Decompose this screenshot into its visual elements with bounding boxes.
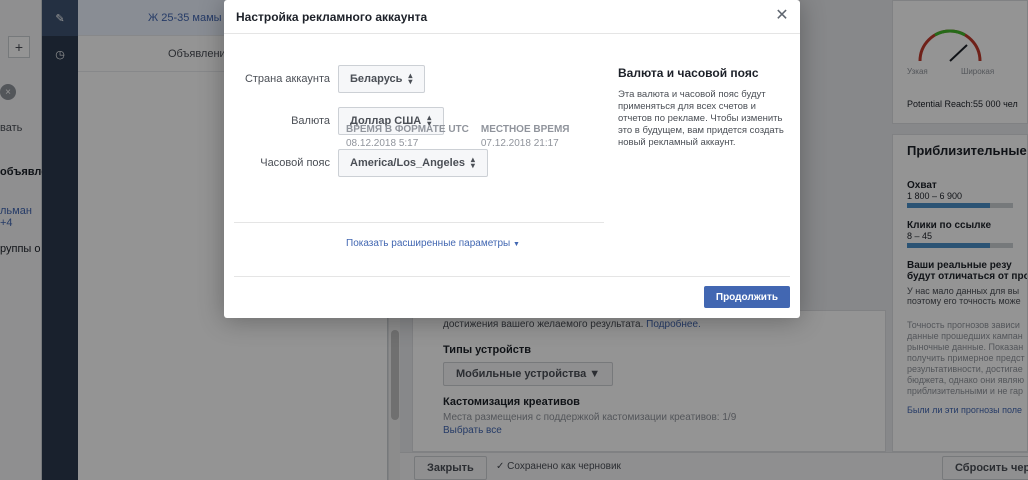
advanced-link-label: Показать расширенные параметры (346, 238, 511, 249)
chevron-down-icon: ▼ (513, 241, 520, 248)
utc-header: ВРЕМЯ В ФОРМАТЕ UTC (346, 124, 469, 135)
currency-label: Валюта (291, 115, 330, 127)
timezone-value: America/Los_Angeles (350, 157, 465, 169)
dialog-title: Настройка рекламного аккаунта (236, 9, 428, 24)
country-row: Страна аккаунта Беларусь ▴ ▾ (234, 58, 604, 100)
form-divider (234, 222, 604, 223)
advanced-settings-link[interactable]: Показать расширенные параметры ▼ (346, 238, 520, 249)
info-panel: Валюта и часовой пояс Эта валюта и часов… (618, 66, 788, 149)
utc-value: 08.12.2018 5:17 (346, 138, 419, 149)
country-select[interactable]: Беларусь ▴ ▾ (338, 65, 426, 93)
sort-caret-icon: ▴ ▾ (408, 71, 413, 86)
time-preview: ВРЕМЯ В ФОРМАТЕ UTC 08.12.2018 5:17 МЕСТ… (346, 124, 569, 149)
continue-button[interactable]: Продолжить (703, 286, 790, 308)
local-value: 07.12.2018 21:17 (480, 138, 559, 149)
footer-divider (234, 276, 790, 277)
account-form: Страна аккаунта Беларусь ▴ ▾ Валюта Долла… (234, 58, 604, 184)
local-header: МЕСТНОЕ ВРЕМЯ (480, 124, 570, 135)
local-time: МЕСТНОЕ ВРЕМЯ 07.12.2018 21:17 (481, 124, 570, 149)
utc-time: ВРЕМЯ В ФОРМАТЕ UTC 08.12.2018 5:17 (346, 124, 469, 149)
timezone-label: Часовой пояс (260, 157, 330, 169)
country-label: Страна аккаунта (244, 73, 330, 85)
info-title: Валюта и часовой пояс (618, 66, 759, 80)
info-text: Эта валюта и часовой пояс будут применят… (618, 89, 784, 148)
country-value: Беларусь (350, 73, 403, 85)
timezone-select[interactable]: America/Los_Angeles ▴ ▾ (338, 149, 488, 177)
dialog-header: Настройка рекламного аккаунта (224, 0, 800, 34)
close-icon[interactable]: ✕ (774, 8, 790, 24)
sort-caret-icon: ▴ ▾ (470, 155, 475, 170)
account-setup-dialog: Настройка рекламного аккаунта ✕ Страна а… (224, 0, 800, 318)
